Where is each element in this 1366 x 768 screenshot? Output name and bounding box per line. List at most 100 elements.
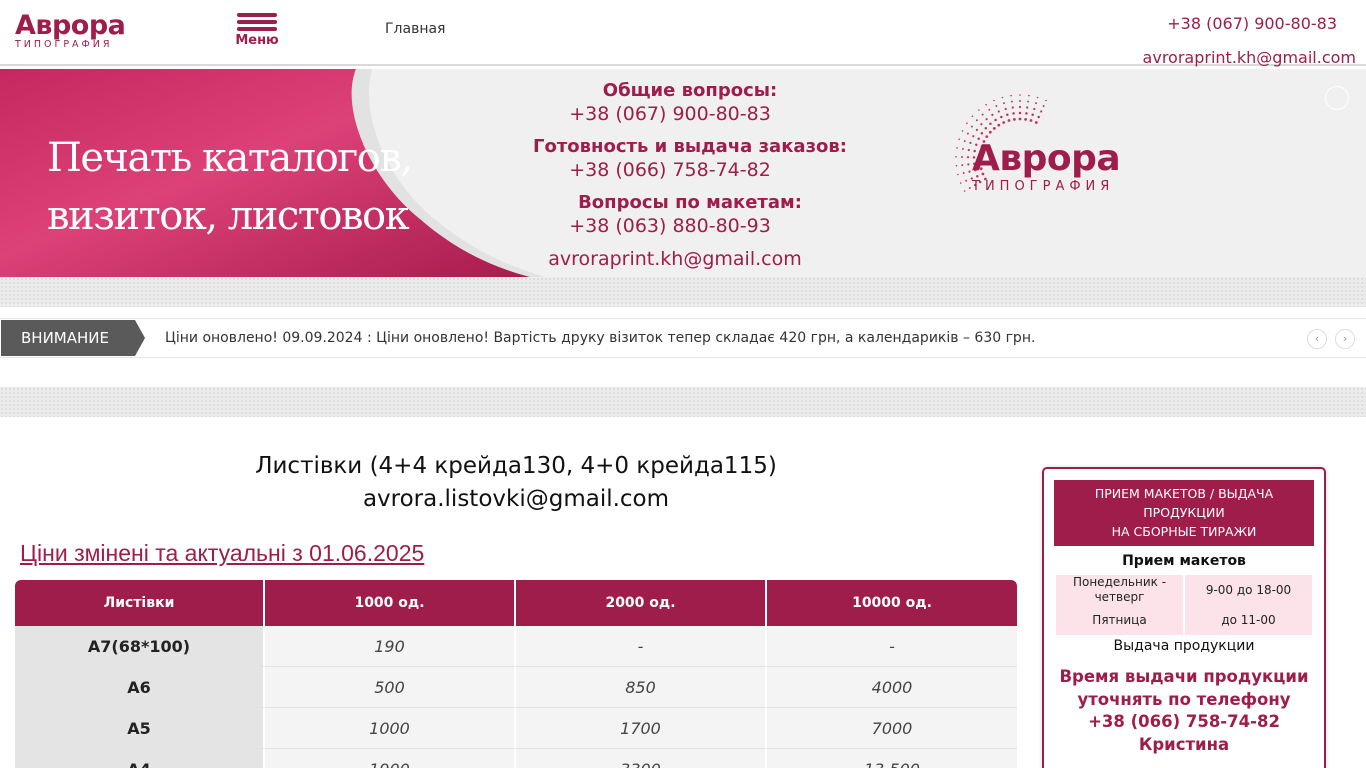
menu-button[interactable]: Меню bbox=[232, 13, 282, 48]
logo-dot bbox=[966, 122, 968, 124]
logo-dot bbox=[963, 140, 966, 143]
logo-dot bbox=[981, 113, 984, 116]
logo-dot bbox=[995, 105, 998, 107]
logo-dot bbox=[991, 113, 994, 116]
nav-home-link[interactable]: Главная bbox=[385, 21, 445, 37]
table-cell: 1700 bbox=[516, 708, 767, 749]
logo-dot bbox=[1042, 105, 1045, 107]
logo-dot bbox=[961, 147, 964, 150]
banner-email[interactable]: avroraprint.kh@gmail.com bbox=[470, 247, 880, 271]
logo-dot bbox=[997, 110, 1000, 113]
logo-dot bbox=[994, 118, 997, 122]
table-cell: 500 bbox=[265, 667, 516, 708]
logo-dot bbox=[959, 182, 962, 184]
schedule-time: до 11-00 bbox=[1185, 605, 1312, 635]
schedule-day: Пятница bbox=[1056, 605, 1183, 635]
logo-dot bbox=[1010, 94, 1012, 97]
logo-dot bbox=[961, 130, 964, 132]
logo-dot bbox=[975, 119, 978, 122]
logo-dot bbox=[1027, 100, 1030, 103]
logo-dot bbox=[1004, 107, 1007, 111]
sidebar-info-name: Кристина bbox=[1138, 734, 1230, 754]
contact-label-layouts: Вопросы по макетам: bbox=[578, 192, 802, 213]
contact-phone-general[interactable]: +38 (067) 900-80-83 bbox=[460, 102, 880, 126]
logo-dot bbox=[1026, 106, 1029, 109]
logo-dot bbox=[1000, 115, 1003, 119]
table-cell: 1900 bbox=[265, 749, 516, 768]
table-cell: - bbox=[516, 626, 767, 667]
table-cell: 7000 bbox=[767, 708, 1017, 749]
heading-email[interactable]: avrora.listovki@gmail.com bbox=[15, 483, 1017, 516]
logo-dot bbox=[965, 179, 968, 182]
banner-logo-brand: Аврора bbox=[972, 138, 1121, 179]
logo-dot bbox=[985, 103, 987, 106]
banner-contacts: Общие вопросы: +38 (067) 900-80-83 Готов… bbox=[500, 79, 880, 271]
logo-dot bbox=[980, 132, 984, 135]
logo-dot bbox=[956, 147, 958, 149]
sidebar-info-phone[interactable]: +38 (066) 758-74-82 bbox=[1044, 711, 1324, 734]
page-heading: Листівки (4+4 крейда130, 4+0 крейда115) … bbox=[15, 450, 1017, 516]
logo-subtitle: ТИПОГРАФИЯ bbox=[15, 39, 113, 50]
logo-dot bbox=[1013, 118, 1016, 121]
prices-updated-link[interactable]: Ціни змінені та актуальні з 01.06.2025 bbox=[20, 540, 424, 567]
table-cell: 1000 bbox=[265, 708, 516, 749]
notice-ticker: ВНИМАНИЕ Ціни оновлено! 09.09.2024 : Цін… bbox=[0, 318, 1366, 358]
pattern-strip-bottom bbox=[0, 387, 1366, 417]
header-email[interactable]: avroraprint.kh@gmail.com bbox=[1143, 48, 1356, 67]
banner-title-line1: Печать каталогов, bbox=[47, 135, 413, 181]
schedule-time: 9-00 до 18-00 bbox=[1185, 575, 1312, 605]
sidebar-title: Прием макетов bbox=[1122, 553, 1246, 569]
logo-dot bbox=[1028, 94, 1030, 97]
logo-dot bbox=[963, 190, 966, 192]
logo-brand: Аврора bbox=[15, 10, 126, 41]
notice-message[interactable]: Ціни оновлено! 09.09.2024 : Ціни оновлен… bbox=[165, 330, 1035, 346]
site-logo[interactable]: Аврора ТИПОГРАФИЯ bbox=[15, 10, 126, 50]
menu-label: Меню bbox=[235, 33, 279, 48]
schedule-row: Пятница до 11-00 bbox=[1056, 605, 1312, 635]
logo-dot bbox=[985, 118, 988, 121]
logo-dot bbox=[966, 132, 969, 135]
table-cell: 13 500 bbox=[767, 749, 1017, 768]
banner-logo-subtitle: ТИПОГРАФИЯ bbox=[972, 179, 1115, 194]
table-header-row: Листівки 1000 од. 2000 од. 10000 од. bbox=[15, 580, 1017, 626]
logo-dot bbox=[1036, 96, 1039, 99]
table-cell: 850 bbox=[516, 667, 767, 708]
logo-dot bbox=[1018, 111, 1022, 115]
logo-dot bbox=[988, 130, 992, 134]
logo-dot bbox=[1045, 99, 1047, 102]
table-cell: 190 bbox=[265, 626, 516, 667]
logo-dot bbox=[1037, 115, 1040, 119]
contact-label-orders: Готовность и выдача заказов: bbox=[533, 136, 847, 157]
logo-dot bbox=[1035, 102, 1037, 105]
contact-phone-layouts[interactable]: +38 (063) 880-80-93 bbox=[460, 214, 880, 238]
logo-dot bbox=[967, 148, 970, 152]
circle-icon bbox=[1325, 86, 1349, 110]
logo-dot bbox=[978, 109, 980, 111]
prices-text: Ціни змінені та актуальні з bbox=[20, 540, 310, 566]
logo-dot bbox=[1001, 96, 1004, 99]
header-phone[interactable]: +38 (067) 900-80-83 bbox=[1167, 14, 1337, 33]
sidebar-info-line2: уточнять по телефону bbox=[1077, 689, 1291, 709]
table-cell: 3300 bbox=[516, 749, 767, 768]
sidebar-header: ПРИЕМ МАКЕТОВ / ВЫДАЧА ПРОДУКЦИИ НА СБОР… bbox=[1054, 480, 1314, 546]
schedule-table: Понедельник - четверг 9-00 до 18-00 Пятн… bbox=[1054, 575, 1314, 635]
logo-dot bbox=[968, 187, 971, 189]
logo-dot bbox=[967, 163, 970, 166]
prices-date: 01.06.2025 bbox=[309, 540, 425, 566]
logo-dot bbox=[1019, 100, 1021, 102]
notice-tag: ВНИМАНИЕ bbox=[1, 320, 145, 356]
sidebar-header-line3: НА СБОРНЫЕ ТИРАЖИ bbox=[1111, 524, 1257, 539]
contact-phone-orders[interactable]: +38 (066) 758-74-82 bbox=[460, 158, 880, 182]
banner-logo: Аврора ТИПОГРАФИЯ bbox=[938, 81, 1138, 201]
col-header: 2000 од. bbox=[516, 580, 767, 626]
logo-dot bbox=[1007, 119, 1011, 122]
table-cell: A5 bbox=[15, 708, 265, 749]
sidebar-header-line2: ПРОДУКЦИИ bbox=[1143, 505, 1225, 520]
logo-dot bbox=[972, 135, 975, 138]
logo-dot bbox=[988, 108, 991, 111]
logo-dot bbox=[1003, 102, 1005, 105]
prev-arrow-icon[interactable]: ‹ bbox=[1307, 329, 1327, 349]
table-cell: - bbox=[767, 626, 1017, 667]
next-arrow-icon[interactable]: › bbox=[1335, 329, 1355, 349]
table-row: A5 1000 1700 7000 bbox=[15, 708, 1017, 749]
